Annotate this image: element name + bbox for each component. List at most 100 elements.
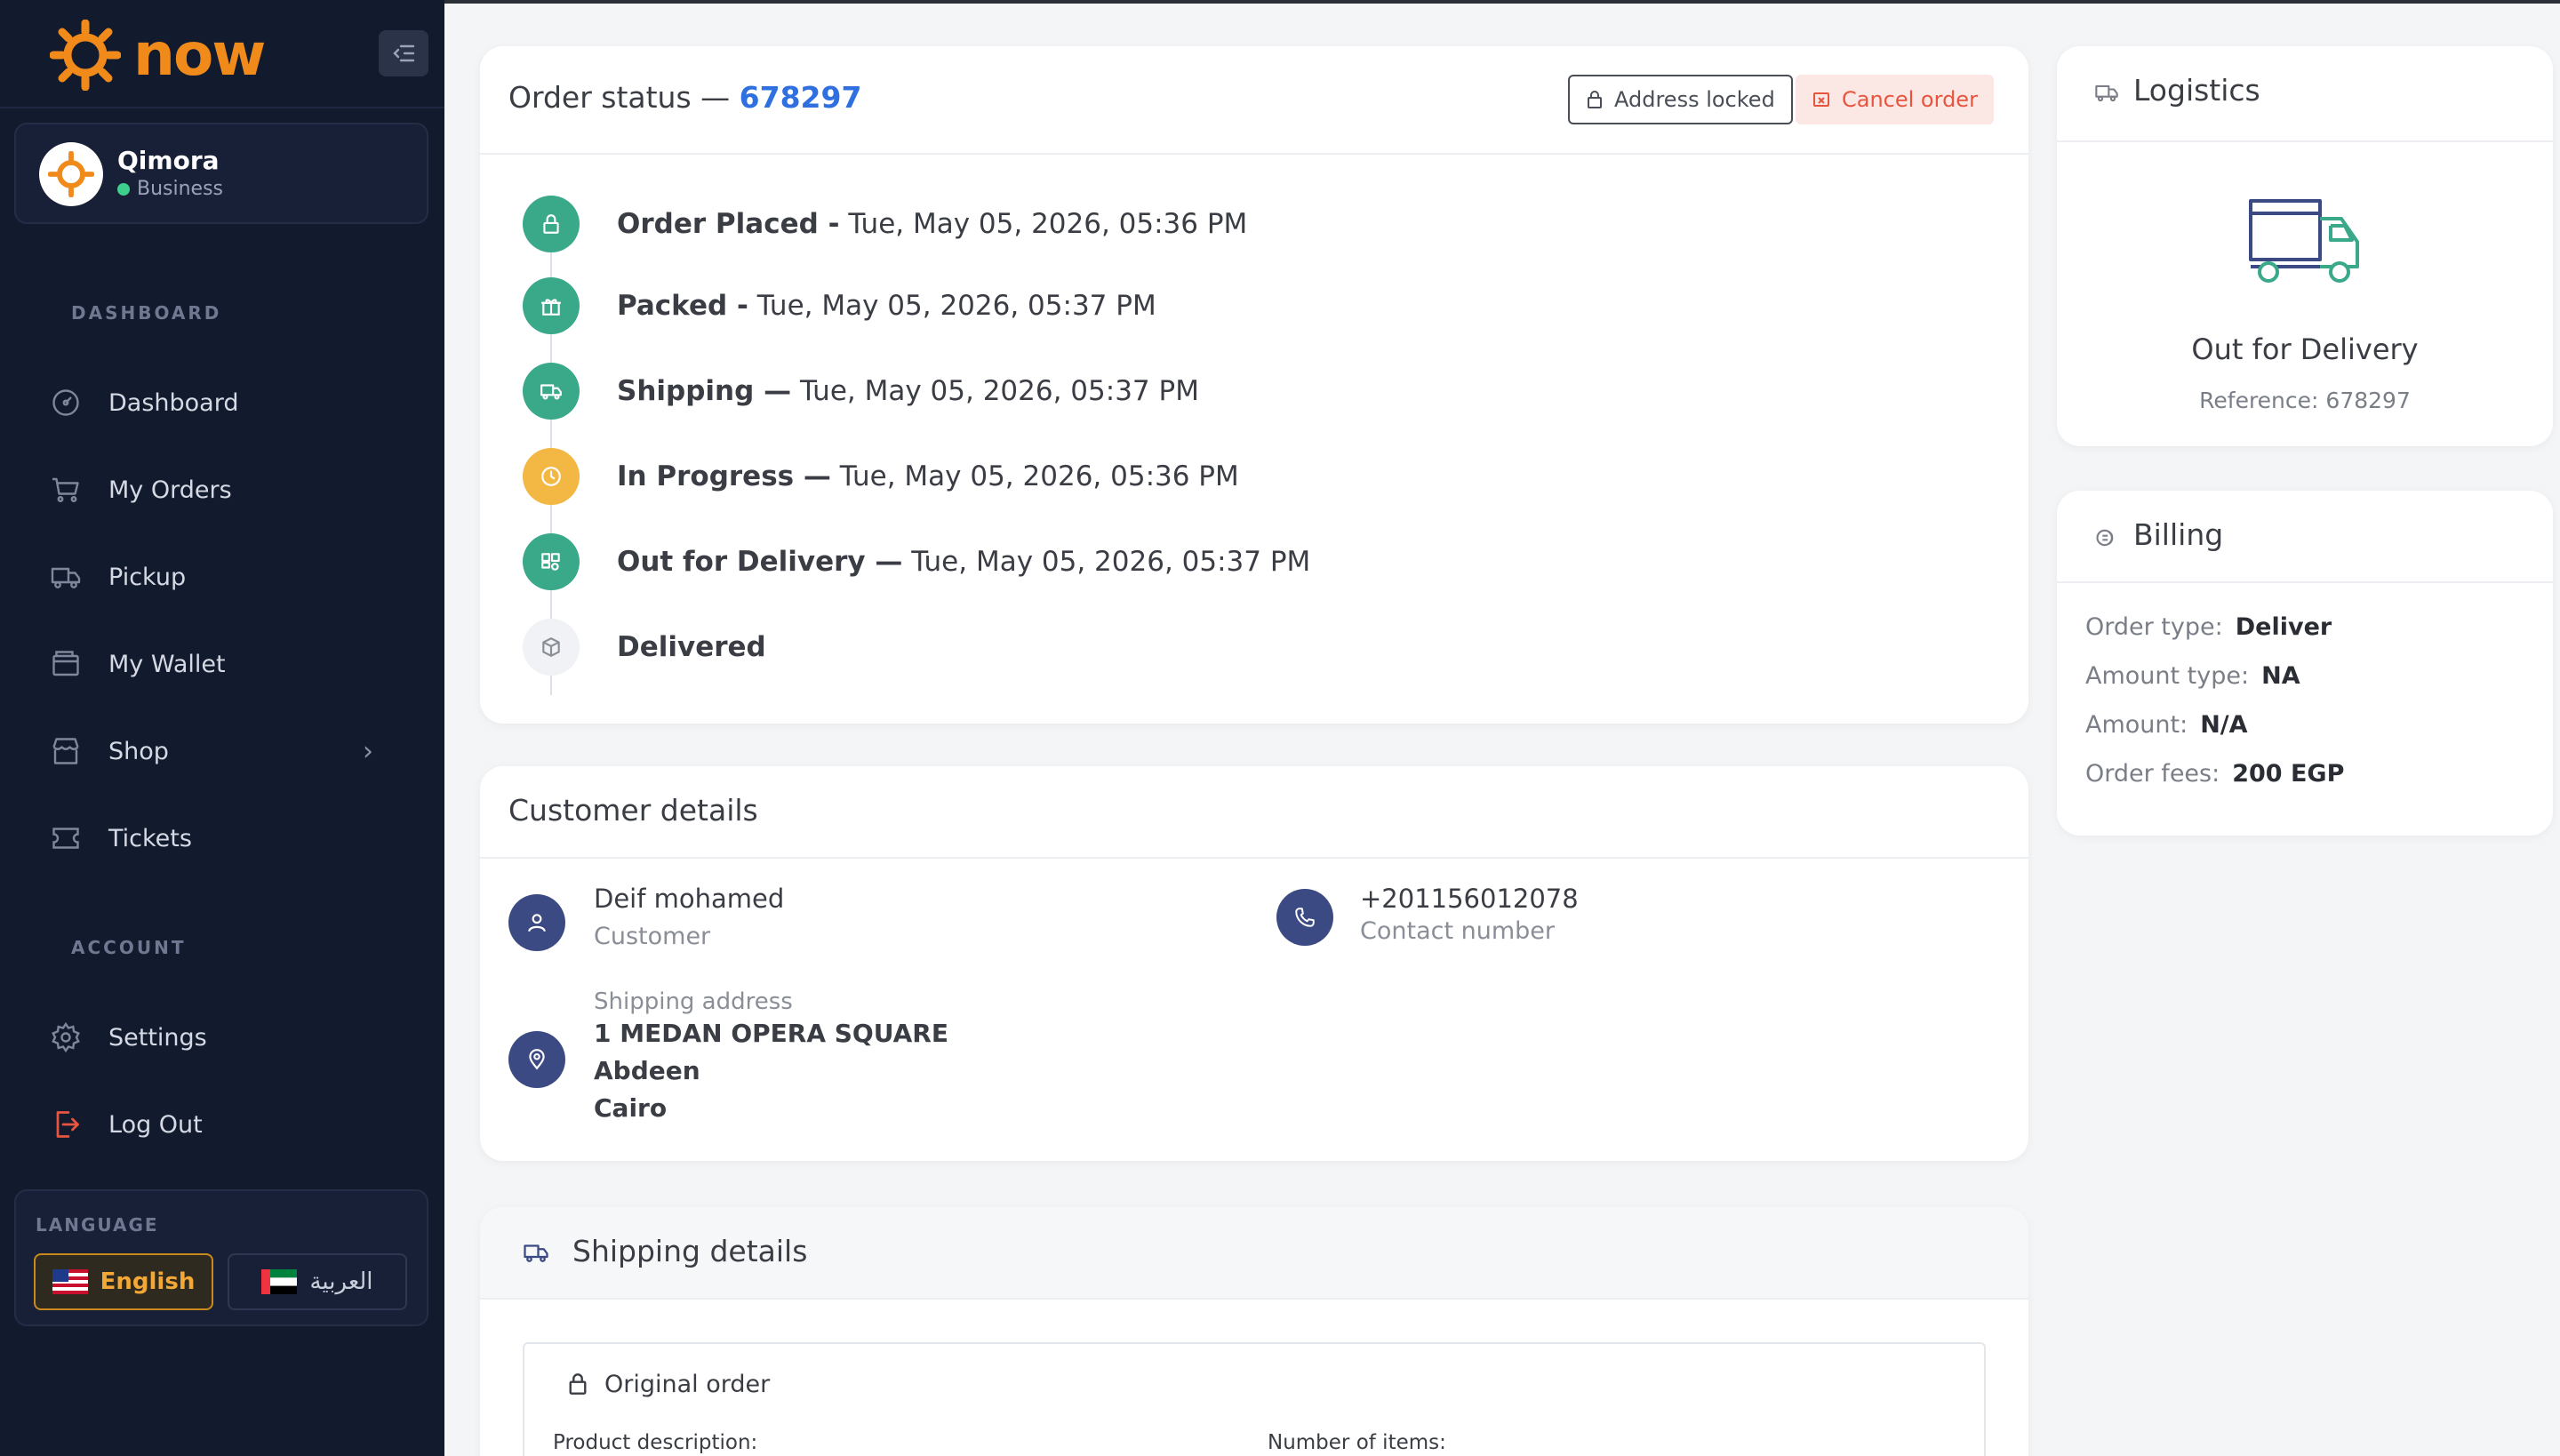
logistics-card: Logistics Out for Delivery Reference: 67… [2057, 46, 2553, 446]
sidebar-item-tickets[interactable]: Tickets [50, 812, 423, 865]
truck-icon [523, 363, 580, 420]
billing-title: Billing [2133, 517, 2224, 552]
chevron-right-icon: › [363, 735, 373, 767]
profile-role: Business [117, 178, 223, 200]
logistics-title: Logistics [2133, 73, 2260, 108]
delivery-truck-illustration-icon [2249, 199, 2359, 283]
wallet-icon [52, 651, 79, 676]
customer-name-caption: Customer [594, 923, 711, 950]
timeline-step-out-for-delivery: Out for Delivery — Tue, May 05, 2026, 05… [523, 533, 1310, 590]
address-line: Cairo [594, 1093, 668, 1123]
profile-name: Qimora [117, 146, 220, 175]
number-of-items-label: Number of items: [1268, 1431, 1446, 1454]
sidebar-item-label: Tickets [108, 824, 192, 852]
gift-icon [523, 277, 580, 334]
customer-phone-block: +201156012078 Contact number [1360, 884, 1579, 945]
logistics-reference: Reference: 678297 [2057, 388, 2553, 413]
address-line: Abdeen [594, 1056, 700, 1085]
original-order-panel: Original order Product description: Numb… [523, 1342, 1986, 1456]
timeline-step-time: Tue, May 05, 2026, 05:36 PM [848, 208, 1248, 240]
timeline-step-label: Out for Delivery — [617, 546, 903, 578]
address-locked-button[interactable]: Address locked [1568, 75, 1793, 124]
sidebar-item-shop[interactable]: Shop › [50, 724, 423, 778]
timeline-step-label: Order Placed - [617, 208, 840, 240]
box-icon [523, 619, 580, 676]
order-status-header: Order status — 678297 Address locked Can… [480, 46, 2028, 155]
billing-row-value: N/A [2200, 711, 2248, 739]
sidebar-item-my-wallet[interactable]: My Wallet [50, 637, 423, 691]
sidebar-item-label: Settings [108, 1023, 207, 1052]
customer-phone[interactable]: +201156012078 [1360, 884, 1579, 914]
sidebar-item-dashboard[interactable]: Dashboard [50, 376, 423, 429]
original-order-title: Original order [604, 1371, 771, 1398]
brand-logo[interactable]: now [50, 20, 266, 91]
sidebar-item-my-orders[interactable]: My Orders [50, 463, 423, 516]
shipping-address-caption: Shipping address [594, 988, 793, 1015]
billing-row-order-type: Order type: Deliver [2085, 613, 2332, 641]
sidebar-divider [0, 107, 444, 108]
billing-row-label: Amount type: [2085, 662, 2250, 690]
sidebar-item-pickup[interactable]: Pickup [50, 550, 423, 604]
section-label-language: LANGUAGE [36, 1214, 159, 1236]
order-id-link[interactable]: 678297 [740, 80, 862, 115]
customer-details-title: Customer details [508, 793, 758, 828]
address-locked-label: Address locked [1614, 87, 1775, 112]
sun-logo-icon [50, 20, 121, 91]
billing-header: Billing [2057, 491, 2553, 583]
timeline-step-in-progress: In Progress — Tue, May 05, 2026, 05:36 P… [523, 448, 1239, 505]
timeline-step-label: Packed - [617, 290, 748, 322]
location-pin-icon [508, 1031, 565, 1088]
billing-row-order-fees: Order fees: 200 EGP [2085, 760, 2344, 788]
logistics-header: Logistics [2057, 46, 2553, 142]
sidebar-item-label: Pickup [108, 563, 187, 591]
logout-icon [56, 1111, 79, 1138]
section-label-dashboard: DASHBOARD [71, 302, 222, 324]
timeline-step-label: Shipping — [617, 375, 792, 407]
sidebar-item-settings[interactable]: Settings [50, 1011, 423, 1064]
uae-flag-icon [261, 1269, 298, 1294]
logistics-status: Out for Delivery [2191, 332, 2419, 366]
shipping-details-card: Shipping details Original order Product … [480, 1207, 2028, 1456]
collapse-icon [393, 44, 415, 62]
billing-row-label: Amount: [2085, 711, 2188, 739]
customer-name: Deif mohamed [594, 884, 785, 914]
sidebar-item-label: Shop [108, 737, 169, 765]
billing-row-amount-type: Amount type: NA [2085, 662, 2300, 690]
language-english-label: English [100, 1268, 196, 1295]
truck-icon [524, 1244, 548, 1262]
online-status-dot [117, 182, 130, 196]
brand-name: now [133, 20, 266, 89]
shipping-details-header: Shipping details [480, 1207, 2028, 1300]
language-english-button[interactable]: English [34, 1253, 213, 1310]
billing-row-value: Deliver [2235, 613, 2332, 641]
delivery-icon [523, 533, 580, 590]
billing-card: Billing Order type: Deliver Amount type: N… [2057, 491, 2553, 836]
collapse-sidebar-button[interactable] [379, 30, 428, 76]
order-status-title-prefix: Order status — [508, 80, 731, 115]
lock-icon [523, 196, 580, 252]
customer-phone-caption: Contact number [1360, 917, 1556, 945]
language-arabic-button[interactable]: العربية [228, 1253, 407, 1310]
sidebar-item-label: Dashboard [108, 388, 239, 417]
sidebar-item-log-out[interactable]: Log Out [50, 1098, 423, 1151]
timeline-step-shipping: Shipping — Tue, May 05, 2026, 05:37 PM [523, 363, 1199, 420]
order-status-card: Order status — 678297 Address locked Can… [480, 46, 2028, 724]
timeline-step-delivered: Delivered [523, 619, 766, 676]
address-line: 1 MEDAN OPERA SQUARE [594, 1019, 948, 1048]
sidebar: now Qimora Business DASHBOARD Dashboard … [0, 0, 444, 1456]
cancel-cart-icon [1813, 92, 1829, 107]
customer-name-block: Deif mohamed Customer [594, 884, 784, 950]
product-description-label: Product description: [553, 1431, 758, 1454]
cart-icon [52, 477, 79, 502]
user-icon [508, 894, 565, 951]
billing-row-label: Order type: [2085, 613, 2223, 641]
cancel-order-label: Cancel order [1842, 87, 1978, 112]
customer-details-card: Customer details Deif mohamed Customer +… [480, 766, 2028, 1161]
logistics-reference-value: 678297 [2325, 388, 2411, 413]
ticket-icon [52, 828, 79, 849]
order-status-title: Order status — 678297 [508, 80, 861, 115]
cancel-order-button[interactable]: Cancel order [1796, 75, 1994, 124]
billing-row-value: NA [2261, 662, 2300, 690]
profile-card[interactable]: Qimora Business [14, 123, 428, 224]
timeline-step-label: Delivered [617, 631, 766, 663]
